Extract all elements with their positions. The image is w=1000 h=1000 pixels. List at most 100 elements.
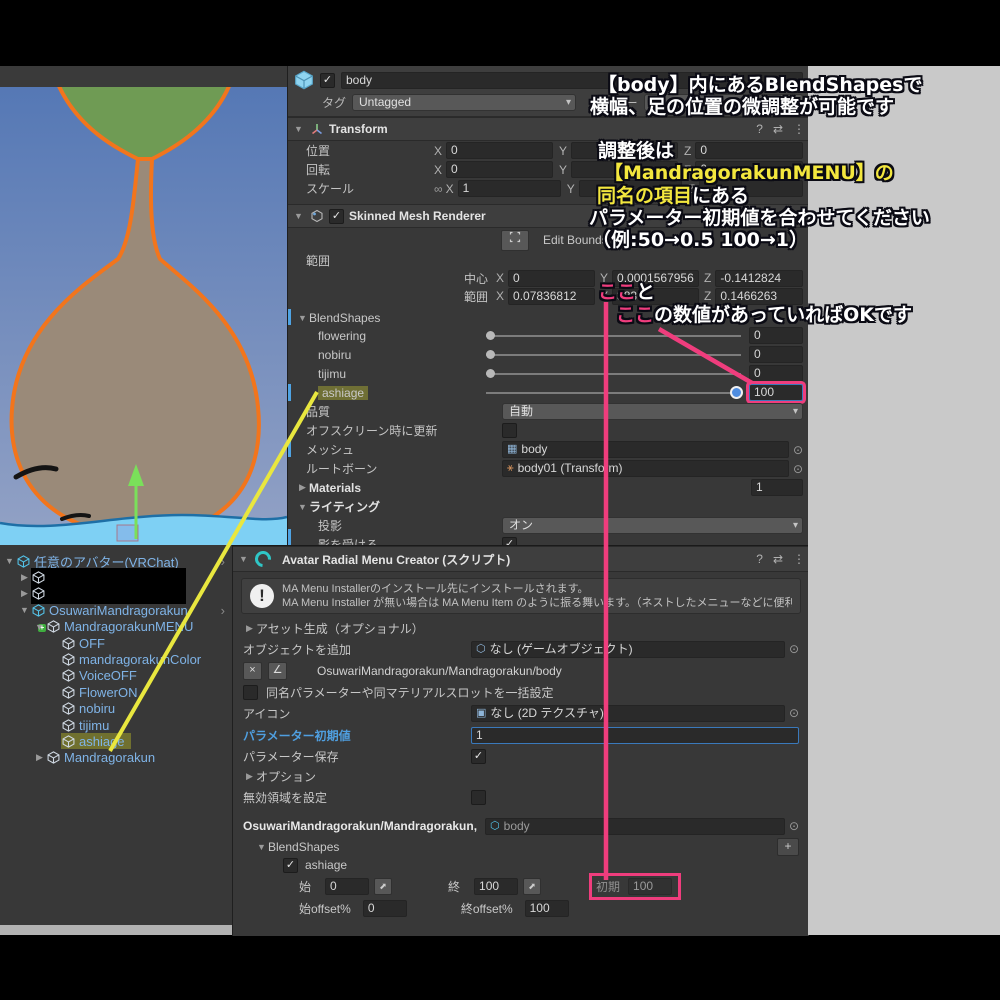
end-picker-button[interactable]: ⬈ <box>523 877 542 895</box>
asset-gen-foldout[interactable]: アセット生成（オプショナル） <box>256 620 424 637</box>
scene-viewport[interactable] <box>0 87 287 545</box>
foldout-arrow[interactable]: ▶ <box>296 482 309 493</box>
presets-icon[interactable]: ⇄ <box>773 552 783 566</box>
target-object-field[interactable]: ⬡ body <box>485 817 785 835</box>
object-picker-icon[interactable]: ⊙ <box>793 443 803 457</box>
z-field[interactable]: 0 <box>695 142 803 159</box>
object-picker-icon[interactable]: ⊙ <box>789 642 799 656</box>
foldout-arrow[interactable]: ▼ <box>3 556 16 566</box>
blendshape-slider[interactable] <box>486 385 743 400</box>
object-picker-icon[interactable]: ⊙ <box>789 819 799 833</box>
hierarchy-item[interactable]: ▶ + <box>0 583 232 604</box>
object-picker-icon[interactable]: ⊙ <box>793 462 803 476</box>
shape-enabled-checkbox[interactable]: ✓ <box>283 857 298 873</box>
mesh-object-field[interactable]: ▦ body <box>502 441 789 458</box>
foldout-arrow[interactable]: ▼ <box>237 554 250 564</box>
foldout-arrow[interactable]: ▼ <box>296 313 309 323</box>
help-icon[interactable]: ? <box>756 122 763 136</box>
hierarchy-item[interactable]: + OFF <box>0 635 232 651</box>
cast-shadows-dropdown[interactable]: オン <box>502 517 803 534</box>
foldout-arrow[interactable]: ▼ <box>18 605 31 615</box>
batch-set-checkbox[interactable] <box>243 684 258 700</box>
blendshape-slider[interactable] <box>486 329 741 343</box>
foldout-arrow[interactable]: ▶ <box>33 752 46 763</box>
blendshape-value-field[interactable]: 0 <box>749 327 803 344</box>
options-foldout[interactable]: オプション <box>256 768 316 785</box>
receive-shadows-checkbox[interactable]: ✓ <box>502 537 517 545</box>
root-bone-object-field[interactable]: ⚹ body01 (Transform) <box>502 460 789 477</box>
end-offset-field[interactable]: 100 <box>524 899 569 917</box>
foldout-arrow[interactable]: ▶ <box>18 588 31 599</box>
more-icon[interactable]: ⋮ <box>793 122 805 136</box>
icon-field[interactable]: ▣ なし (2D テクスチャ) <box>471 704 785 722</box>
blendshape-value-field[interactable]: 0 <box>749 365 803 382</box>
x-field[interactable]: 1 <box>457 180 561 197</box>
x-field[interactable]: 0 <box>508 269 595 287</box>
foldout-arrow[interactable]: ▶ <box>18 572 31 583</box>
foldout-arrow[interactable]: ▼ <box>292 124 305 134</box>
foldout-arrow[interactable]: ▶ <box>243 623 256 634</box>
foldout-arrow[interactable]: ▼ <box>33 622 46 632</box>
hierarchy-item[interactable]: ▼ + OsuwariMandragorakun › <box>0 602 232 632</box>
hierarchy-item[interactable]: + ashiage <box>0 733 232 750</box>
help-icon[interactable]: ? <box>756 552 763 566</box>
presets-icon[interactable]: ⇄ <box>773 122 783 136</box>
chevron-icon[interactable]: › <box>221 554 225 569</box>
edit-bounds-button[interactable] <box>501 229 529 251</box>
hierarchy-item[interactable]: ▶ + Mandragorakun <box>0 750 232 766</box>
start-picker-button[interactable]: ⬈ <box>374 877 393 895</box>
reorder-button[interactable]: ∠ <box>268 662 287 680</box>
hierarchy-item[interactable]: + nobiru <box>0 701 232 717</box>
blendshape-value-field[interactable]: 0 <box>749 346 803 363</box>
hierarchy-item[interactable]: + tijimu <box>0 717 232 733</box>
tag-dropdown[interactable]: Untagged <box>352 93 577 111</box>
foldout-arrow[interactable]: ▼ <box>255 842 268 852</box>
start-offset-field[interactable]: 0 <box>362 899 407 917</box>
initial-value-highlight: 初期 100 <box>589 872 682 900</box>
disabled-area-checkbox[interactable] <box>471 789 486 805</box>
slider-thumb[interactable] <box>730 385 743 399</box>
z-field[interactable]: 0.1466263 <box>715 287 803 305</box>
chevron-icon[interactable]: › <box>221 603 225 618</box>
blendshapes-foldout[interactable]: BlendShapes <box>268 840 339 854</box>
update-offscreen-checkbox[interactable] <box>502 423 517 438</box>
param-save-checkbox[interactable]: ✓ <box>471 748 486 764</box>
gameobject-cube-icon[interactable] <box>294 70 314 90</box>
radial-menu-creator-header[interactable]: ▼ Avatar Radial Menu Creator (スクリプト) ? ⇄ ⋮ <box>233 546 809 572</box>
link-scale-icon[interactable]: ∞ <box>434 182 443 196</box>
add-blendshape-button[interactable]: + <box>777 838 799 856</box>
foldout-arrow[interactable]: ▼ <box>292 211 305 221</box>
hierarchy-item[interactable]: + VoiceOFF <box>0 668 232 684</box>
x-field[interactable]: 0 <box>446 142 553 159</box>
materials-count-field[interactable]: 1 <box>751 479 803 496</box>
foldout-arrow[interactable]: ▶ <box>243 771 256 782</box>
blendshape-slider[interactable] <box>486 348 741 362</box>
active-checkbox[interactable]: ✓ <box>320 72 335 88</box>
more-icon[interactable]: ⋮ <box>793 552 805 566</box>
scene-view[interactable] <box>0 66 287 545</box>
hierarchy-item[interactable]: ▼ + MandragorakunMENU <box>0 619 232 635</box>
hierarchy-item[interactable]: + FlowerON <box>0 684 232 700</box>
initial-field[interactable]: 100 <box>628 877 673 895</box>
slider-thumb[interactable] <box>486 368 495 378</box>
foldout-arrow[interactable]: ▼ <box>296 502 309 512</box>
x-field[interactable]: 0.07836812 <box>508 287 595 305</box>
end-field[interactable]: 100 <box>474 877 519 895</box>
param-default-field[interactable]: 1 <box>471 726 799 744</box>
blendshape-value-field[interactable]: 100 <box>749 384 803 401</box>
hierarchy-item[interactable]: + mandragorakunColor <box>0 651 232 667</box>
transform-icon: ⚹ <box>507 462 514 474</box>
transform-header[interactable]: ▼ Transform ? ⇄ ⋮ <box>288 117 809 141</box>
z-field[interactable]: -0.1412824 <box>715 269 803 287</box>
x-field[interactable]: 0 <box>446 161 553 178</box>
slider-thumb[interactable] <box>486 330 495 340</box>
blendshape-slider[interactable] <box>486 367 741 381</box>
remove-button[interactable]: × <box>243 662 262 680</box>
slider-thumb[interactable] <box>486 349 495 359</box>
skinned-mesh-renderer-icon <box>310 209 324 223</box>
object-picker-icon[interactable]: ⊙ <box>789 706 799 720</box>
component-enabled-checkbox[interactable]: ✓ <box>329 208 344 224</box>
quality-dropdown[interactable]: 自動 <box>502 403 803 420</box>
start-field[interactable]: 0 <box>325 877 370 895</box>
add-object-field[interactable]: ⬡ なし (ゲームオブジェクト) <box>471 640 785 658</box>
